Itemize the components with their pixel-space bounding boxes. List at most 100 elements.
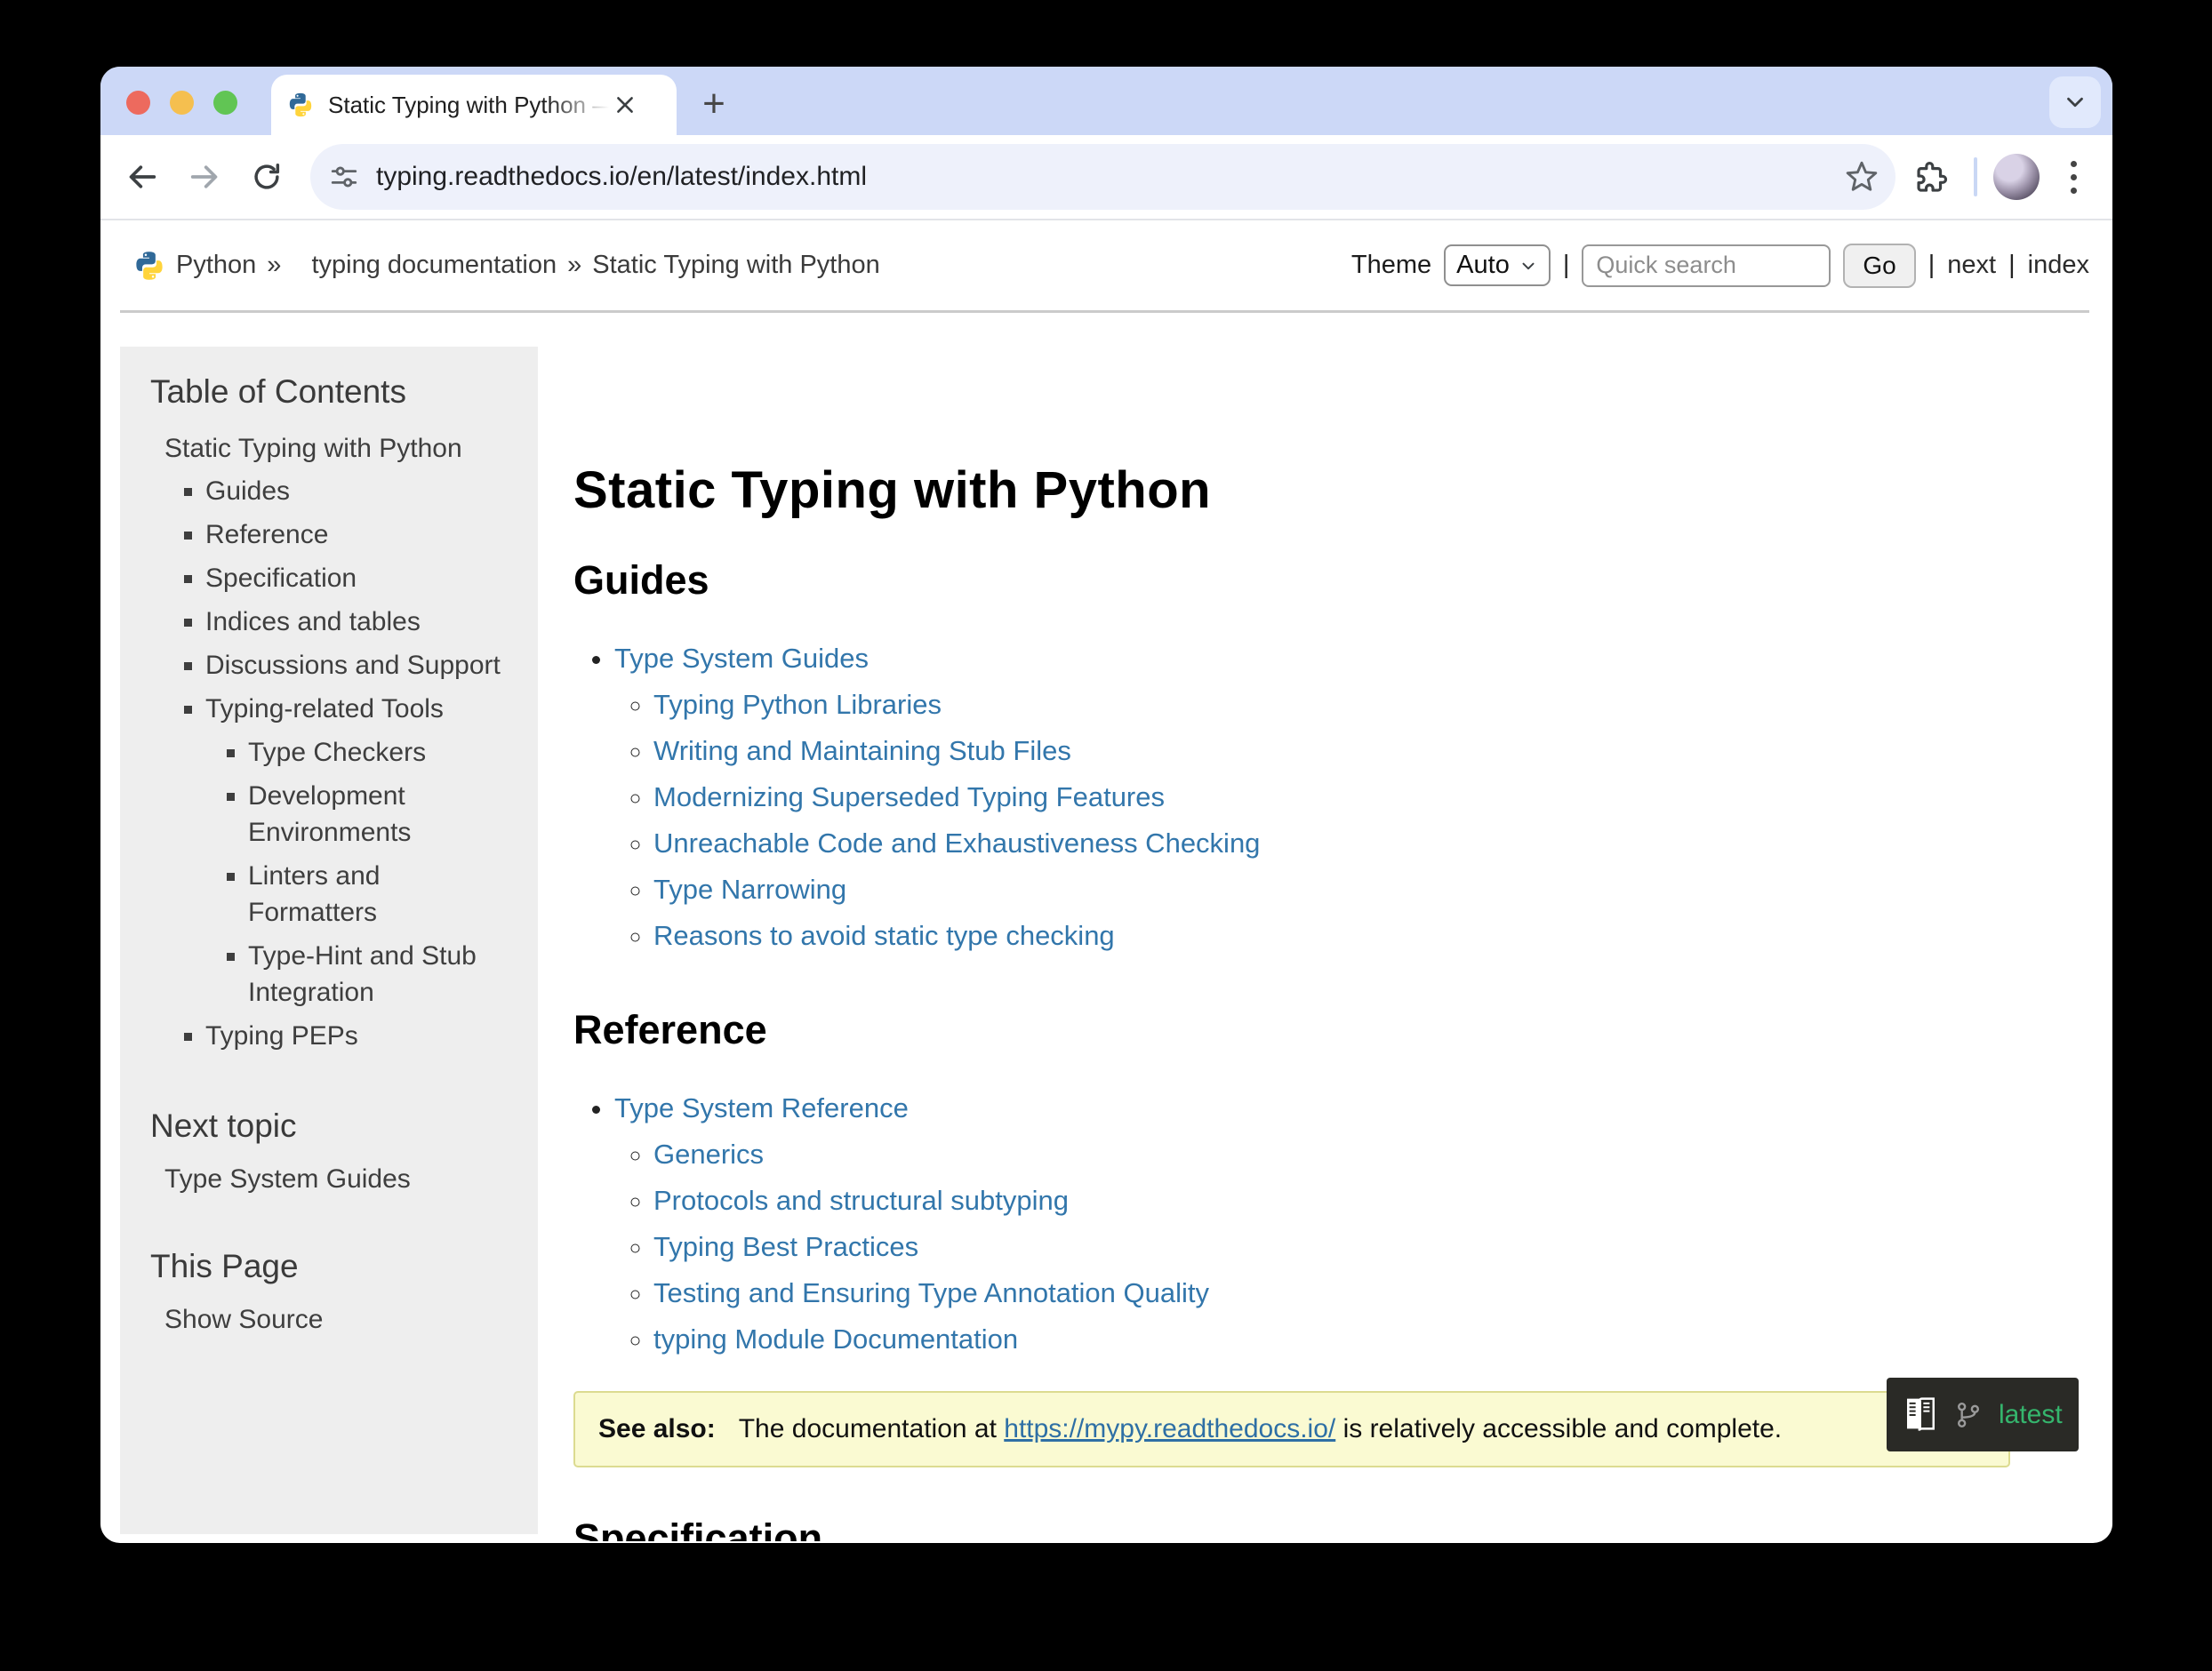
version-badge[interactable]: latest (1999, 1400, 2063, 1430)
tab-title: Static Typing with Python — ty (328, 92, 609, 119)
doc-link[interactable]: Type System Reference (614, 1092, 909, 1123)
back-button[interactable] (116, 151, 168, 203)
reload-button[interactable] (241, 151, 293, 203)
doc-link[interactable]: Unreachable Code and Exhaustiveness Chec… (653, 828, 1260, 859)
extensions-icon[interactable] (1906, 151, 1958, 203)
book-icon (1901, 1395, 1938, 1435)
guides-list: Type System Guides Typing Python Librari… (573, 636, 2010, 959)
header-pipe: | (1928, 251, 1936, 280)
index-link[interactable]: index (2028, 251, 2089, 280)
list-item: Reasons to avoid static type checking (653, 913, 2010, 959)
toc-item[interactable]: Guides (205, 473, 515, 509)
site-settings-icon[interactable] (325, 157, 364, 196)
toc-subitem[interactable]: Type Checkers (248, 734, 515, 771)
doc-link[interactable]: Modernizing Superseded Typing Features (653, 781, 1165, 812)
url-text[interactable]: typing.readthedocs.io/en/latest/index.ht… (376, 162, 1842, 192)
python-logo-icon (133, 250, 165, 282)
toc-list: Guides Reference Specification Indices a… (150, 473, 515, 1054)
toc-subitem[interactable]: Type-Hint and Stub Integration (248, 938, 515, 1011)
mypy-docs-link[interactable]: https://mypy.readthedocs.io/ (1004, 1414, 1335, 1443)
theme-label: Theme (1351, 251, 1431, 280)
breadcrumb-python-link[interactable]: Python (176, 251, 256, 280)
browser-menu-icon[interactable] (2048, 152, 2098, 202)
tab-search-button[interactable] (2049, 76, 2101, 128)
quick-search-input[interactable] (1582, 244, 1831, 287)
this-page-title: This Page (150, 1248, 515, 1285)
next-topic-title: Next topic (150, 1107, 515, 1145)
bookmark-star-icon[interactable] (1842, 157, 1881, 196)
select-chevron-icon (1519, 256, 1538, 276)
doc-link[interactable]: Writing and Maintaining Stub Files (653, 735, 1071, 766)
desktop-background: Static Typing with Python — ty + (0, 0, 2212, 1671)
seealso-text-pre: The documentation at (739, 1414, 1005, 1443)
tab-strip: Static Typing with Python — ty + (100, 67, 2112, 135)
zoom-window-button[interactable] (213, 91, 237, 115)
forward-button[interactable] (179, 151, 230, 203)
readthedocs-flyout[interactable]: latest (1887, 1378, 2079, 1451)
header-pipe: | (1563, 251, 1570, 280)
seealso-text-post: is relatively accessible and complete. (1335, 1414, 1782, 1443)
toc-title: Table of Contents (150, 373, 515, 411)
toc-item[interactable]: Discussions and Support (205, 647, 515, 684)
address-bar[interactable]: typing.readthedocs.io/en/latest/index.ht… (310, 144, 1895, 210)
toc-subitem[interactable]: Development Environments (248, 778, 515, 851)
breadcrumb-separator: » (267, 251, 281, 280)
list-item: Unreachable Code and Exhaustiveness Chec… (653, 820, 2010, 867)
doc-link[interactable]: Testing and Ensuring Type Annotation Qua… (653, 1277, 1209, 1308)
list-item: Type System Reference Generics Protocols… (614, 1085, 2010, 1363)
doc-link[interactable]: typing Module Documentation (653, 1323, 1018, 1355)
list-item: Type Narrowing (653, 867, 2010, 913)
doc-link[interactable]: Generics (653, 1139, 764, 1170)
git-branch-icon (1954, 1399, 1983, 1431)
list-item: Testing and Ensuring Type Annotation Qua… (653, 1270, 2010, 1316)
close-window-button[interactable] (126, 91, 150, 115)
doc-link[interactable]: Protocols and structural subtyping (653, 1185, 1069, 1216)
list-item: Type System Guides Typing Python Librari… (614, 636, 2010, 959)
header-controls: Theme Auto | Go | next | index (1351, 244, 2089, 288)
theme-select[interactable]: Auto (1444, 244, 1551, 286)
list-item: Generics (653, 1131, 2010, 1178)
browser-toolbar: typing.readthedocs.io/en/latest/index.ht… (100, 135, 2112, 220)
next-page-link[interactable]: next (1947, 251, 1996, 280)
toc-item[interactable]: Indices and tables (205, 604, 515, 640)
breadcrumb-current-page: Static Typing with Python (592, 251, 879, 280)
toolbar-right-cluster (1906, 151, 2098, 203)
profile-avatar[interactable] (1993, 154, 2040, 200)
minimize-window-button[interactable] (170, 91, 194, 115)
toc-root-link[interactable]: Static Typing with Python (164, 434, 515, 464)
toc-sublist: Type Checkers Development Environments L… (205, 734, 515, 1011)
tab-close-icon[interactable] (609, 89, 641, 121)
toc-item[interactable]: Specification (205, 560, 515, 596)
breadcrumb-project-link[interactable]: typing documentation (311, 251, 557, 280)
search-go-button[interactable]: Go (1843, 244, 1915, 288)
browser-tab[interactable]: Static Typing with Python — ty (271, 75, 677, 135)
list-item: Typing Python Libraries (653, 682, 2010, 728)
doc-link[interactable]: Typing Best Practices (653, 1231, 918, 1262)
doc-link[interactable]: Reasons to avoid static type checking (653, 920, 1115, 951)
toc-item[interactable]: Typing-related Tools Type Checkers Devel… (205, 691, 515, 1011)
header-pipe: | (2008, 251, 2016, 280)
new-tab-button[interactable]: + (691, 81, 737, 127)
doc-link[interactable]: Type Narrowing (653, 874, 846, 905)
sidebar: Table of Contents Static Typing with Pyt… (120, 347, 538, 1534)
toc-subitem[interactable]: Linters and Formatters (248, 858, 515, 931)
breadcrumb-separator: » (567, 251, 581, 280)
section-heading-guides: Guides (573, 557, 2010, 604)
show-source-link[interactable]: Show Source (164, 1305, 515, 1335)
breadcrumb: Python » typing documentation » Static T… (133, 250, 1351, 282)
section-heading-reference: Reference (573, 1007, 2010, 1053)
page-title: Static Typing with Python (573, 460, 2010, 520)
reference-list: Type System Reference Generics Protocols… (573, 1085, 2010, 1363)
doc-link[interactable]: Typing Python Libraries (653, 689, 942, 720)
reference-sublist: Generics Protocols and structural subtyp… (614, 1131, 2010, 1363)
toc-item-label[interactable]: Typing-related Tools (205, 694, 444, 724)
doc-link[interactable]: Type System Guides (614, 643, 869, 674)
seealso-label: See also: (598, 1414, 716, 1443)
toc-item[interactable]: Reference (205, 516, 515, 553)
browser-window: Static Typing with Python — ty + (100, 67, 2112, 1543)
toc-item[interactable]: Typing PEPs (205, 1018, 515, 1054)
toolbar-divider (1974, 157, 1977, 196)
list-item: typing Module Documentation (653, 1316, 2010, 1363)
seealso-admonition: See also: The documentation at https://my… (573, 1391, 2010, 1467)
next-topic-link[interactable]: Type System Guides (164, 1164, 515, 1195)
